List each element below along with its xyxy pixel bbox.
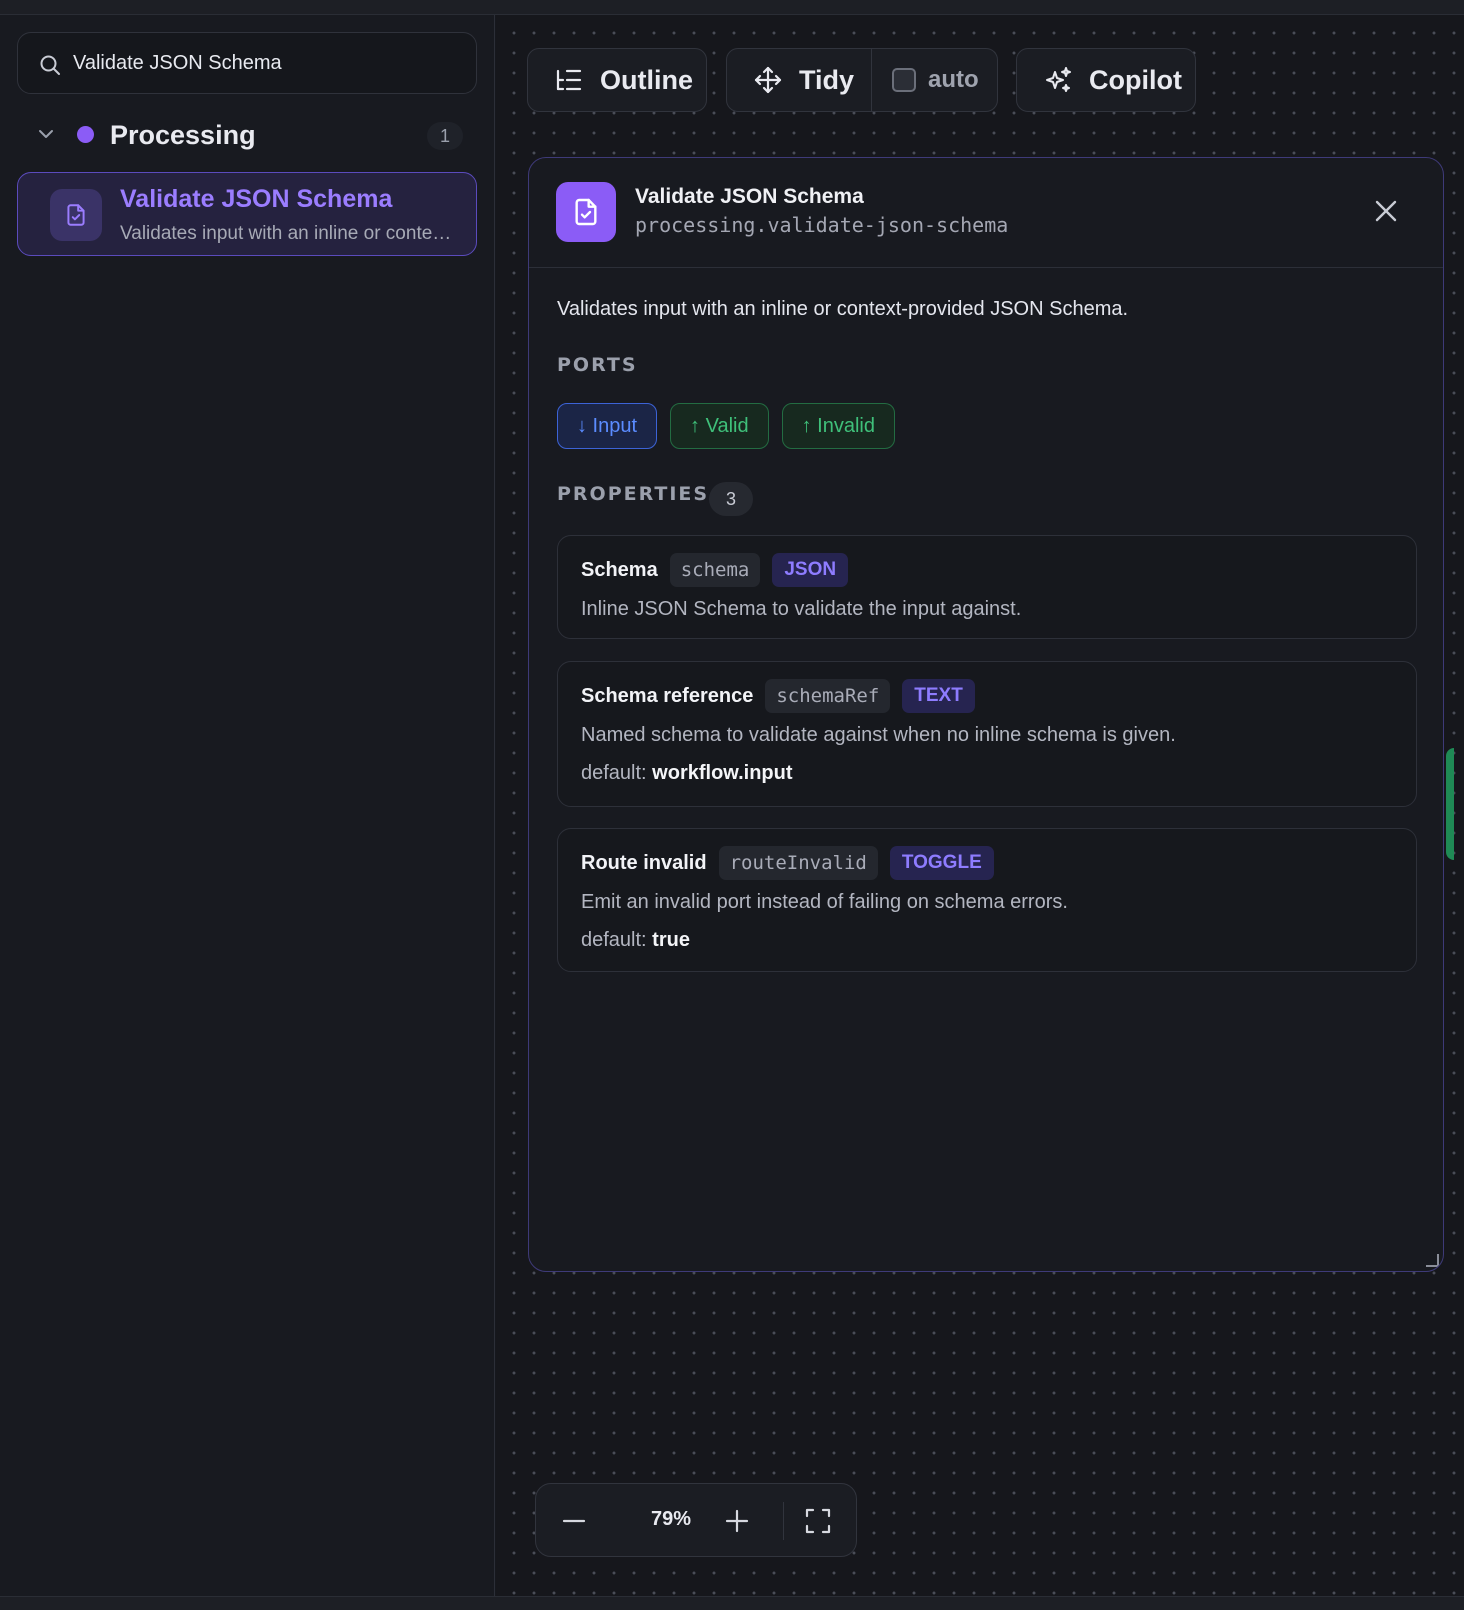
property-card: Schema reference schemaRef TEXT Named sc… bbox=[557, 661, 1417, 807]
property-name: Schema reference bbox=[581, 684, 754, 707]
search-icon bbox=[40, 55, 60, 75]
canvas-node-edge[interactable] bbox=[1446, 748, 1454, 860]
property-key: schemaRef bbox=[765, 679, 891, 713]
property-key: schema bbox=[669, 553, 761, 587]
default-label: default: bbox=[581, 762, 647, 784]
chevron-down-icon[interactable] bbox=[36, 124, 56, 144]
category-count-badge: 1 bbox=[427, 122, 463, 150]
panel-header: Validate JSON Schema processing.validate… bbox=[529, 158, 1443, 268]
property-default: default: true bbox=[581, 929, 690, 952]
search-input[interactable] bbox=[73, 33, 463, 93]
node-id: processing.validate-json-schema bbox=[635, 213, 1009, 237]
tidy-button-label: Tidy bbox=[799, 64, 855, 95]
port-valid[interactable]: ↑ Valid bbox=[670, 403, 769, 449]
auto-label: auto bbox=[928, 66, 979, 93]
property-description: Inline JSON Schema to validate the input… bbox=[581, 598, 1022, 620]
property-card: Schema schema JSON Inline JSON Schema to… bbox=[557, 535, 1417, 639]
node-item-description: Validates input with an inline or contex… bbox=[120, 223, 460, 244]
zoom-controls: 79% bbox=[535, 1483, 857, 1557]
node-description: Validates input with an inline or contex… bbox=[557, 298, 1129, 320]
property-type-badge: TEXT bbox=[902, 679, 975, 713]
top-bar bbox=[0, 0, 1464, 15]
default-value: workflow.input bbox=[652, 762, 793, 784]
outline-button[interactable]: Outline bbox=[527, 48, 707, 112]
zoom-out-icon[interactable] bbox=[559, 1506, 589, 1536]
property-default: default: workflow.input bbox=[581, 762, 793, 785]
property-type-badge: TOGGLE bbox=[889, 846, 994, 880]
tidy-group: Tidy auto bbox=[726, 48, 998, 112]
node-detail-panel: Validate JSON Schema processing.validate… bbox=[528, 157, 1444, 1272]
property-description: Named schema to validate against when no… bbox=[581, 724, 1176, 746]
close-icon[interactable] bbox=[1371, 196, 1401, 226]
bottom-bar bbox=[0, 1596, 1464, 1610]
property-card: Route invalid routeInvalid TOGGLE Emit a… bbox=[557, 828, 1417, 972]
node-library-sidebar: Processing 1 Validate JSON Schema Valida… bbox=[0, 15, 495, 1596]
zoom-in-icon[interactable] bbox=[722, 1506, 752, 1536]
node-item-validate-json-schema[interactable]: Validate JSON Schema Validates input wit… bbox=[17, 172, 477, 256]
divider bbox=[783, 1502, 784, 1540]
property-type-badge: JSON bbox=[772, 553, 849, 587]
property-name: Schema bbox=[581, 558, 658, 581]
file-check-icon bbox=[556, 182, 616, 242]
panel-title: Validate JSON Schema bbox=[635, 185, 864, 208]
tidy-button[interactable]: Tidy bbox=[727, 49, 871, 111]
copilot-button-label: Copilot bbox=[1089, 64, 1182, 95]
fit-view-icon[interactable] bbox=[803, 1506, 833, 1536]
ports-heading: PORTS bbox=[557, 354, 638, 376]
properties-count-badge: 3 bbox=[709, 482, 753, 516]
node-item-title: Validate JSON Schema bbox=[120, 185, 393, 213]
port-invalid[interactable]: ↑ Invalid bbox=[781, 403, 895, 449]
default-label: default: bbox=[581, 929, 647, 951]
sparkles-icon bbox=[1043, 65, 1073, 95]
category-label: Processing bbox=[110, 120, 256, 150]
category-processing-header[interactable]: Processing 1 bbox=[17, 110, 477, 160]
outline-button-label: Outline bbox=[600, 64, 693, 95]
auto-tidy-checkbox[interactable]: auto bbox=[872, 49, 997, 111]
resize-handle-icon[interactable] bbox=[1425, 1253, 1439, 1267]
checkbox-box[interactable] bbox=[892, 68, 916, 92]
property-description: Emit an invalid port instead of failing … bbox=[581, 891, 1068, 913]
port-input[interactable]: ↓ Input bbox=[557, 403, 658, 449]
outline-icon bbox=[554, 65, 584, 95]
default-value: true bbox=[652, 929, 690, 951]
property-key: routeInvalid bbox=[718, 846, 878, 880]
file-check-icon bbox=[50, 189, 102, 241]
search-box bbox=[17, 32, 477, 94]
copilot-button[interactable]: Copilot bbox=[1016, 48, 1196, 112]
property-name: Route invalid bbox=[581, 851, 707, 874]
zoom-level: 79% bbox=[650, 1508, 692, 1530]
properties-heading: PROPERTIES bbox=[557, 483, 710, 505]
category-color-dot bbox=[77, 126, 94, 143]
move-arrows-icon bbox=[753, 65, 783, 95]
ports-list: ↓ Input ↑ Valid ↑ Invalid bbox=[557, 403, 895, 449]
